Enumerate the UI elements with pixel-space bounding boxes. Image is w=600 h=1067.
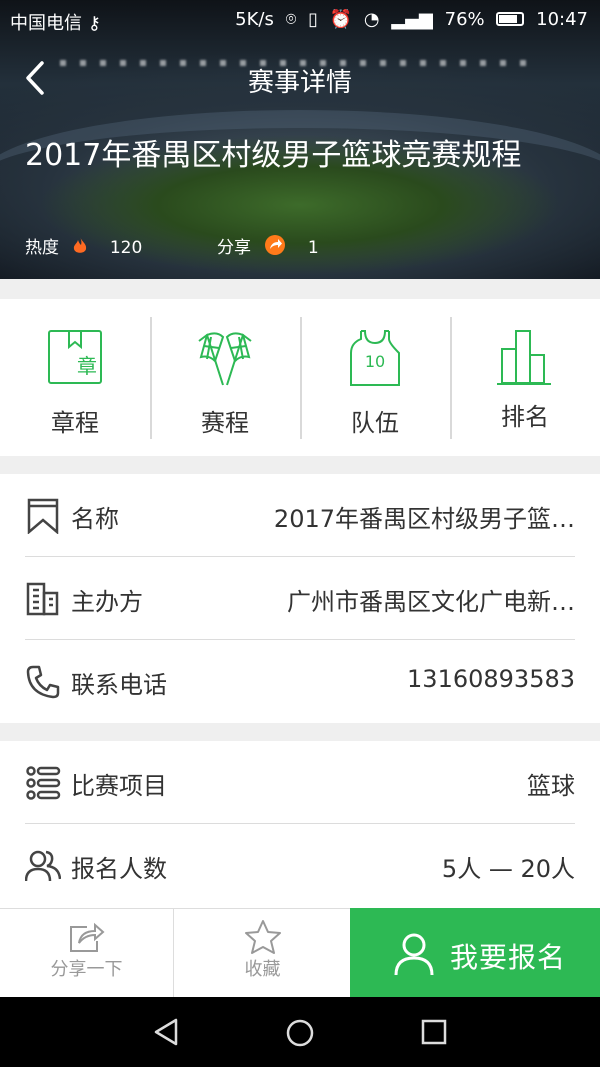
info-key: 名称 bbox=[71, 505, 119, 533]
nav-recents-icon[interactable] bbox=[419, 1017, 449, 1047]
page-title: 赛事详情 bbox=[247, 68, 352, 98]
info-value: 广州市番禺区文化广电新… bbox=[287, 588, 575, 616]
info-row-organizer: 主办方 广州市番禺区文化广电新… bbox=[25, 557, 575, 640]
list-icon bbox=[26, 766, 61, 800]
phone-number[interactable]: 13160893583 bbox=[407, 665, 575, 693]
clock: 10:47 bbox=[536, 9, 588, 30]
tile-schedule[interactable]: 赛程 bbox=[150, 299, 300, 456]
checkered-flags-icon bbox=[198, 332, 252, 386]
heat-label: 热度 bbox=[25, 238, 59, 258]
detail-value: 5人 — 20人 bbox=[441, 855, 575, 883]
event-title: 2017年番禺区村级男子篮球竞赛规程 bbox=[25, 138, 522, 173]
battery-percent: 76% bbox=[444, 9, 485, 30]
flame-icon bbox=[74, 237, 87, 253]
detail-key: 报名人数 bbox=[71, 855, 167, 883]
detail-key: 比赛项目 bbox=[71, 772, 167, 800]
users-icon bbox=[25, 850, 61, 882]
share-stat: 分享 1 bbox=[217, 233, 319, 258]
alarm-icon: ⏰ bbox=[329, 9, 353, 30]
favorite-button-label: 收藏 bbox=[244, 959, 281, 980]
vibrate-icon: ▯ bbox=[308, 9, 319, 30]
bar-ranking-icon bbox=[497, 330, 551, 385]
share-label: 分享 bbox=[217, 238, 251, 258]
detail-value: 篮球 bbox=[527, 772, 575, 800]
tile-schedule-label: 赛程 bbox=[201, 409, 249, 437]
svg-text:10: 10 bbox=[365, 352, 385, 371]
signal-icon: ▂▄▆ bbox=[391, 9, 433, 30]
svg-text:章: 章 bbox=[77, 354, 97, 378]
jersey-icon: 10 bbox=[350, 330, 400, 386]
info-key: 主办方 bbox=[71, 588, 143, 616]
nav-home-icon[interactable] bbox=[284, 1017, 316, 1049]
event-banner: 中国电信 ⚷ 5K/s ⌾ ▯ ⏰ ◔ ▂▄▆ 76% 10:47 赛事详情 2… bbox=[0, 0, 600, 279]
building-icon bbox=[26, 582, 59, 616]
bookmark-icon bbox=[27, 498, 59, 534]
detail-row-sport: 比赛项目 篮球 bbox=[25, 741, 575, 824]
battery-icon bbox=[496, 12, 525, 26]
system-nav-bar bbox=[0, 997, 600, 1067]
star-icon bbox=[244, 920, 281, 954]
phone-icon bbox=[26, 665, 60, 699]
tile-ranking[interactable]: 排名 bbox=[450, 299, 600, 456]
share-value: 1 bbox=[307, 238, 319, 258]
tile-ranking-label: 排名 bbox=[501, 403, 549, 431]
event-details-card: 比赛项目 篮球 报名人数 5人 — 20人 bbox=[0, 741, 600, 908]
info-value: 2017年番禺区村级男子篮… bbox=[273, 505, 575, 533]
key-icon: ⚷ bbox=[87, 13, 101, 34]
info-key: 联系电话 bbox=[71, 671, 167, 699]
feature-tiles: 章 章程 赛程 10 队伍 排名 bbox=[0, 299, 600, 456]
share-button-label: 分享一下 bbox=[50, 959, 123, 980]
tile-teams[interactable]: 10 队伍 bbox=[300, 299, 450, 456]
tile-rules[interactable]: 章 章程 bbox=[0, 299, 150, 456]
user-icon bbox=[394, 933, 434, 976]
share-icon bbox=[265, 235, 286, 255]
event-info-card: 名称 2017年番禺区村级男子篮… 主办方 广州市番禺区文化广电新… 联系电话 … bbox=[0, 474, 600, 723]
carrier-label: 中国电信 bbox=[10, 13, 82, 34]
heat-stat: 热度 120 bbox=[25, 233, 142, 258]
signup-button-label: 我要报名 bbox=[450, 941, 567, 974]
heat-value: 120 bbox=[109, 238, 143, 258]
nav-back-icon[interactable] bbox=[152, 1017, 182, 1047]
status-bar: 中国电信 ⚷ 5K/s ⌾ ▯ ⏰ ◔ ▂▄▆ 76% 10:47 bbox=[0, 0, 600, 40]
info-row-phone[interactable]: 联系电话 13160893583 bbox=[25, 640, 575, 723]
share-button[interactable]: 分享一下 bbox=[0, 909, 174, 998]
detail-row-participants: 报名人数 5人 — 20人 bbox=[25, 824, 575, 907]
rules-book-icon: 章 bbox=[48, 330, 102, 384]
info-row-name: 名称 2017年番禺区村级男子篮… bbox=[25, 474, 575, 557]
wifi-icon: ◔ bbox=[363, 9, 380, 30]
signup-button[interactable]: 我要报名 bbox=[350, 908, 600, 997]
location-icon: ⌾ bbox=[285, 9, 297, 30]
tile-teams-label: 队伍 bbox=[351, 409, 399, 437]
share-out-icon bbox=[69, 922, 105, 952]
favorite-button[interactable]: 收藏 bbox=[175, 909, 350, 998]
net-speed: 5K/s bbox=[235, 9, 274, 30]
tile-rules-label: 章程 bbox=[51, 409, 99, 437]
